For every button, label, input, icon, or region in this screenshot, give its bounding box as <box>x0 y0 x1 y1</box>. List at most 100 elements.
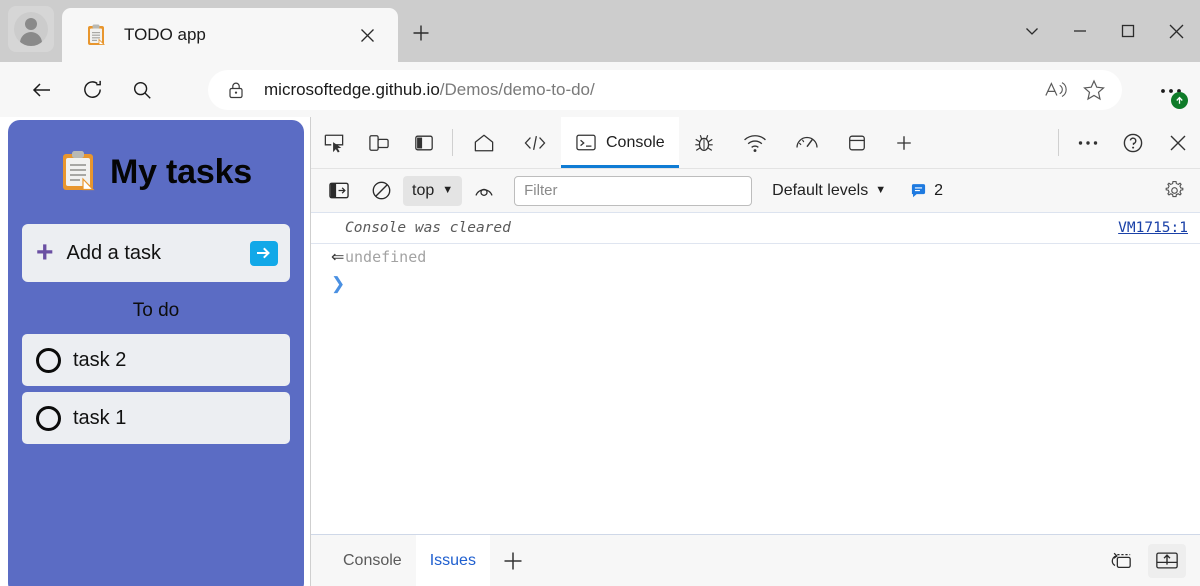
tab-more-panels[interactable] <box>881 117 927 168</box>
dock-side-button[interactable] <box>401 117 446 168</box>
prompt-chevron-icon: ❯ <box>331 274 346 293</box>
inspect-element-icon <box>324 134 343 153</box>
help-icon <box>1123 133 1142 152</box>
console-levels-label: Default levels <box>772 181 869 199</box>
console-filter-input[interactable]: Filter <box>514 175 753 206</box>
clipboard-icon <box>86 24 106 46</box>
task-checkbox-icon[interactable] <box>36 405 61 431</box>
drawer-tab-issues[interactable]: Issues <box>415 535 490 586</box>
console-result-text: undefined <box>345 248 427 266</box>
close-window-button[interactable] <box>1152 8 1200 54</box>
console-prompt[interactable]: ❯ <box>311 270 1200 298</box>
tab-title: TODO app <box>124 25 206 44</box>
export-button[interactable] <box>1148 543 1186 578</box>
refresh-icon <box>83 80 101 98</box>
toolbar-divider <box>1058 129 1059 156</box>
title-bar: TODO app <box>0 0 1200 62</box>
refresh-button[interactable] <box>72 70 112 110</box>
task-checkbox-icon[interactable] <box>36 347 61 373</box>
task-item[interactable]: task 1 <box>22 392 290 444</box>
device-toolbar-button[interactable] <box>356 117 401 168</box>
page-title: My tasks <box>109 152 253 191</box>
console-output[interactable]: Console was cleared VM1715:1 ⇐ undefined… <box>311 213 1200 534</box>
maximize-icon <box>1121 24 1135 38</box>
address-bar[interactable]: microsoftedge.github.io/Demos/demo-to-do… <box>208 70 1122 110</box>
minimize-icon <box>1074 30 1086 32</box>
console-context-selector[interactable]: top ▼ <box>403 175 463 206</box>
console-sidebar-icon <box>329 182 349 199</box>
tab-sources[interactable] <box>679 117 729 168</box>
drawer-add-tab-button[interactable] <box>490 535 536 586</box>
close-devtools-button[interactable] <box>1155 117 1200 168</box>
export-icon <box>1156 552 1178 569</box>
help-button[interactable] <box>1110 117 1155 168</box>
inspect-element-button[interactable] <box>311 117 356 168</box>
console-message-count-value: 2 <box>934 181 943 199</box>
devtools-tabbar-right <box>1052 117 1200 168</box>
performance-icon <box>796 136 818 148</box>
console-message-result: ⇐ undefined <box>311 244 1200 270</box>
task-item[interactable]: task 2 <box>22 334 290 386</box>
arrow-right-icon <box>257 247 270 259</box>
return-arrow-icon: ⇐ <box>331 249 345 266</box>
refresh-issues-button[interactable] <box>1102 544 1140 578</box>
console-filter-bar: top ▼ Filter Default levels ▼ 2 <box>311 169 1200 213</box>
lock-icon[interactable] <box>226 80 246 100</box>
back-arrow-icon <box>32 82 50 97</box>
caret-down-icon: ▼ <box>875 184 887 196</box>
caret-down-icon: ▼ <box>442 184 454 196</box>
console-settings-button[interactable] <box>1156 175 1192 207</box>
console-levels-selector[interactable]: Default levels ▼ <box>772 182 886 200</box>
url-text[interactable]: microsoftedge.github.io/Demos/demo-to-do… <box>264 80 1034 100</box>
clipboard-icon <box>60 151 96 193</box>
chevron-down-icon <box>1026 28 1038 35</box>
console-cleared-text: Console was cleared <box>345 220 511 236</box>
browser-window: TODO app microsoftedge.github.io/Demos/d… <box>0 0 1200 586</box>
minimize-button[interactable] <box>1056 8 1104 54</box>
add-task-submit-button[interactable] <box>250 240 278 266</box>
maximize-button[interactable] <box>1104 8 1152 54</box>
console-message-count[interactable]: 2 <box>910 182 943 200</box>
page-viewport: My tasks + Add a task To do task 2 task … <box>0 117 310 586</box>
application-icon <box>848 135 865 150</box>
tab-elements[interactable] <box>509 117 561 168</box>
update-badge[interactable] <box>1171 92 1188 109</box>
tab-application[interactable] <box>833 117 881 168</box>
tab-welcome[interactable] <box>459 117 509 168</box>
tab-performance[interactable] <box>781 117 833 168</box>
devtools-panel: Console top ▼ Filter Default levels ▼ 2 … <box>310 117 1200 586</box>
drawer-tab-issues-label: Issues <box>429 551 476 569</box>
task-label: task 2 <box>73 348 127 371</box>
close-icon <box>1169 24 1183 38</box>
tab-console[interactable]: Console <box>561 117 679 168</box>
tab-console-label: Console <box>606 133 665 151</box>
new-tab-button[interactable] <box>404 18 438 52</box>
task-label: task 1 <box>73 406 127 429</box>
tab-actions-menu-button[interactable] <box>1008 8 1056 54</box>
console-sidebar-toggle[interactable] <box>319 175 359 207</box>
add-task-input[interactable]: + Add a task <box>22 224 290 282</box>
drawer-tab-console-label: Console <box>343 551 402 569</box>
favorite-button[interactable] <box>1078 74 1110 106</box>
drawer-tab-console[interactable]: Console <box>329 535 416 586</box>
search-button[interactable] <box>122 70 162 110</box>
plus-icon <box>412 24 430 47</box>
live-expression-button[interactable] <box>464 175 504 207</box>
todo-section-title: To do <box>132 300 180 321</box>
read-aloud-button[interactable] <box>1040 74 1072 106</box>
read-aloud-icon <box>1045 82 1067 97</box>
more-tools-button[interactable] <box>1065 117 1110 168</box>
toolbar-divider <box>452 129 453 156</box>
more-tools-icon <box>1078 140 1097 145</box>
close-icon[interactable] <box>354 22 380 48</box>
tab-network[interactable] <box>729 117 781 168</box>
code-icon <box>524 135 546 150</box>
console-source-link[interactable]: VM1715:1 <box>1118 220 1188 236</box>
search-icon <box>133 81 151 99</box>
close-icon <box>1170 135 1185 150</box>
browser-tab[interactable]: TODO app <box>62 8 398 62</box>
back-button[interactable] <box>22 70 62 110</box>
profile-button[interactable] <box>8 6 54 52</box>
clear-console-button[interactable] <box>361 175 401 207</box>
devtools-drawer: Console Issues <box>311 534 1200 586</box>
